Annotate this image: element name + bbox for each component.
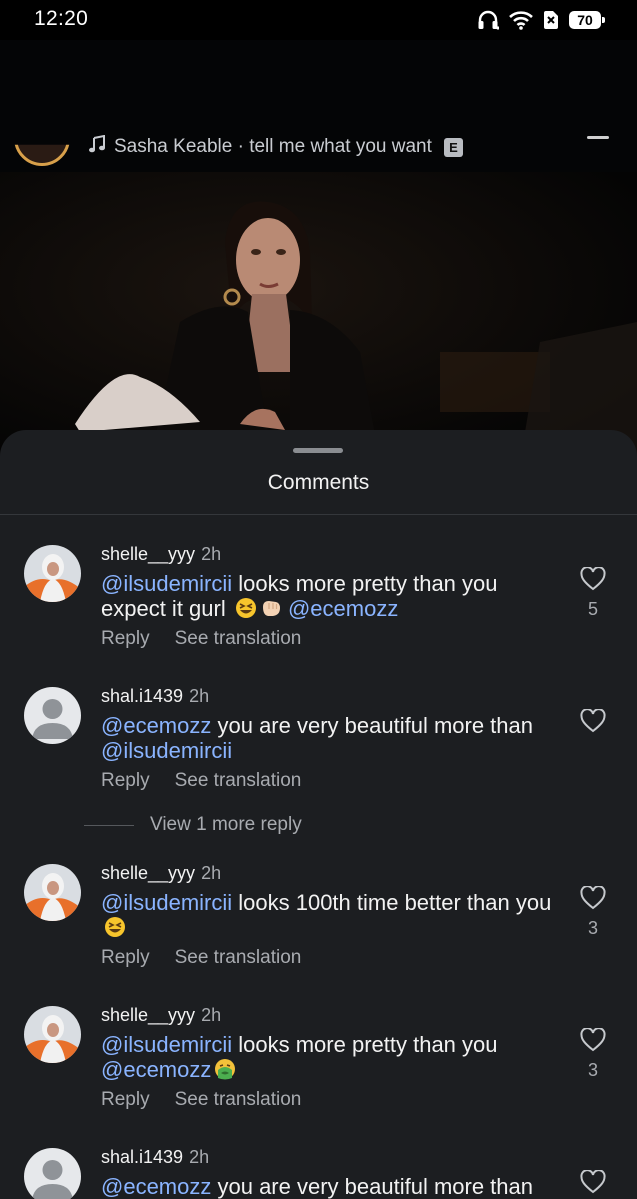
view-more-replies-label: View 1 more reply [150,814,302,835]
comment-text: @ecemozz you are very beautiful more tha… [101,1174,561,1199]
status-time: 12:20 [34,7,89,30]
comment-body: shal.i1439 2h @ecemozz you are very beaut… [101,685,561,792]
heart-icon [580,1170,606,1194]
comment-username[interactable]: shelle__yyy [101,1005,195,1025]
view-more-replies-button[interactable]: View 1 more reply [84,814,302,836]
mention-link[interactable]: @ilsudemircii [101,738,232,763]
reply-button[interactable]: Reply [101,770,150,792]
comment-body: shal.i1439 2h @ecemozz you are very beaut… [101,1146,561,1199]
heart-icon [580,1028,606,1052]
like-count: 5 [587,599,598,619]
comment-username[interactable]: shelle__yyy [101,544,195,564]
video-frame-image [0,172,637,462]
mention-link[interactable]: @ilsudemircii [101,571,232,596]
battery-icon: 70 [569,11,605,29]
comment-time: 2h [189,686,210,706]
divider [0,514,637,515]
comment-text: @ecemozz you are very beautiful more tha… [101,713,561,763]
mention-link[interactable]: @ecemozz [101,1174,211,1199]
commenter-avatar[interactable] [24,687,81,744]
reply-button[interactable]: Reply [101,628,150,650]
see-translation-button[interactable]: See translation [175,770,302,792]
status-bar: 12:20 70 [0,0,637,40]
grinning-squint-emoji-icon [235,597,257,619]
no-sim-icon [543,10,559,30]
author-avatar[interactable] [14,144,70,166]
heart-icon [580,709,606,733]
nauseated-face-emoji-icon [214,1058,236,1080]
commenter-avatar[interactable] [24,864,81,921]
like-count: 3 [587,918,598,938]
comments-sheet: Comments shelle__yyy 2h @ilsudemircii loo… [0,430,637,1199]
minimize-icon[interactable] [587,136,609,139]
audio-track-row[interactable]: Sasha Keable · tell me what you want E [88,134,463,159]
comment-text: @ilsudemircii looks more pretty than you… [101,571,561,621]
mention-link[interactable]: @ilsudemircii [101,1032,232,1057]
music-note-icon [88,134,106,159]
comment-time: 2h [201,544,222,564]
like-button[interactable] [579,1170,607,1194]
grinning-squint-emoji-icon [104,916,126,938]
reply-button[interactable]: Reply [101,1089,150,1111]
headphones-icon [477,10,499,30]
comment-username[interactable]: shelle__yyy [101,863,195,883]
heart-icon [580,567,606,591]
drag-handle[interactable] [293,448,343,453]
comments-title: Comments [267,471,370,494]
see-translation-button[interactable]: See translation [175,628,302,650]
like-count: 3 [587,1060,598,1080]
comment-body: shelle__yyy 2h @ilsudemircii looks 100th … [101,862,561,969]
explicit-badge: E [443,137,463,157]
see-translation-button[interactable]: See translation [175,1089,302,1111]
reply-button[interactable]: Reply [101,947,150,969]
commenter-avatar[interactable] [24,1006,81,1063]
comment-text-segment: you are very beautiful more than [211,1174,533,1199]
comment-text-segment: looks more pretty than you [232,1032,498,1057]
reply-thread-line [84,824,134,826]
mention-link[interactable]: @ecemozz [101,713,211,738]
like-button[interactable]: 5 [579,567,607,620]
comment-text-segment: you are very beautiful more than [211,713,533,738]
like-button[interactable]: 3 [579,886,607,939]
comment-username[interactable]: shal.i1439 [101,1147,183,1167]
fist-bump-emoji-icon [260,597,282,619]
wifi-icon [509,10,533,30]
comment-text: @ilsudemircii looks 100th time better th… [101,890,561,940]
mention-link[interactable]: @ecemozz [288,596,398,621]
comment-time: 2h [201,1005,222,1025]
comment-text: @ilsudemircii looks more pretty than you… [101,1032,561,1082]
comment-time: 2h [189,1147,210,1167]
comment-body: shelle__yyy 2h @ilsudemircii looks more p… [101,543,561,650]
reel-video[interactable] [0,172,637,462]
mention-link[interactable]: @ecemozz [101,1057,211,1082]
comment-time: 2h [201,863,222,883]
comment-body: shelle__yyy 2h @ilsudemircii looks more p… [101,1004,561,1111]
like-button[interactable]: 3 [579,1028,607,1081]
audio-label: Sasha Keable · tell me what you want [114,136,432,157]
commenter-avatar[interactable] [24,1148,81,1199]
heart-icon [580,886,606,910]
commenter-avatar[interactable] [24,545,81,602]
status-icons: 70 [477,9,605,31]
comment-username[interactable]: shal.i1439 [101,686,183,706]
mention-link[interactable]: @ilsudemircii [101,890,232,915]
like-button[interactable] [579,709,607,733]
comment-text-segment: looks 100th time better than you [232,890,552,915]
see-translation-button[interactable]: See translation [175,947,302,969]
reel-header: Sasha Keable · tell me what you want E [0,40,637,172]
